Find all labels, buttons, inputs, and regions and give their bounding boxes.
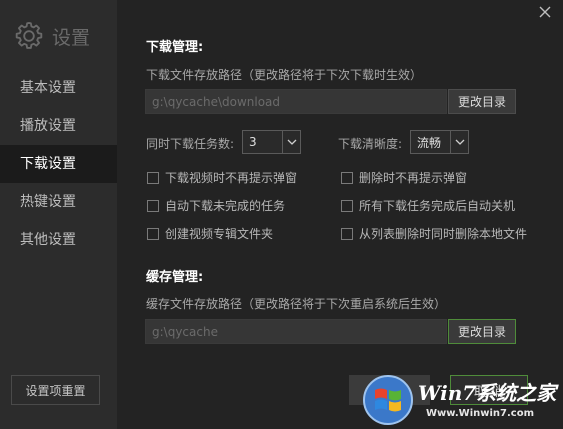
download-path-label: 下载文件存放路径（更改路径将于下次下载时生效） bbox=[146, 68, 423, 82]
option-label: 从列表删除时同时删除本地文件 bbox=[359, 227, 528, 241]
checkbox[interactable] bbox=[341, 171, 353, 184]
sidebar-nav: 基本设置 播放设置 下载设置 热键设置 其他设置 bbox=[0, 69, 117, 259]
sidebar-item-basic[interactable]: 基本设置 bbox=[0, 69, 117, 107]
checkbox[interactable] bbox=[147, 199, 159, 212]
option-label: 下载视频时不再提示弹窗 bbox=[165, 171, 298, 185]
checkbox[interactable] bbox=[341, 227, 353, 240]
sidebar-item-other[interactable]: 其他设置 bbox=[0, 221, 117, 259]
option-delete-local-files[interactable]: 从列表删除时同时删除本地文件 bbox=[341, 225, 527, 242]
download-quality-value: 流畅 bbox=[417, 135, 442, 150]
concurrent-tasks-label: 同时下载任务数: bbox=[146, 137, 235, 151]
cache-path-input[interactable] bbox=[145, 319, 447, 344]
option-no-popup-on-delete[interactable]: 删除时不再提示弹窗 bbox=[341, 169, 467, 186]
sidebar-item-hotkeys[interactable]: 热键设置 bbox=[0, 183, 117, 221]
sidebar: 设置 基本设置 播放设置 下载设置 热键设置 其他设置 设置项重置 bbox=[0, 0, 117, 429]
chevron-down-icon bbox=[282, 131, 300, 153]
download-path-input[interactable] bbox=[145, 89, 447, 114]
sidebar-item-playback[interactable]: 播放设置 bbox=[0, 107, 117, 145]
concurrent-tasks-select[interactable]: 3 bbox=[242, 130, 301, 154]
download-quality-label: 下载清晰度: bbox=[338, 137, 403, 151]
option-album-folder[interactable]: 创建视频专辑文件夹 bbox=[147, 225, 273, 242]
sidebar-item-download[interactable]: 下载设置 bbox=[0, 145, 117, 183]
concurrent-tasks-value: 3 bbox=[249, 135, 257, 149]
download-change-dir-button[interactable]: 更改目录 bbox=[448, 89, 516, 114]
cache-section-title: 缓存管理: bbox=[146, 270, 204, 285]
option-no-popup-on-download[interactable]: 下载视频时不再提示弹窗 bbox=[147, 169, 297, 186]
download-quality-select[interactable]: 流畅 bbox=[410, 130, 469, 154]
windows-logo-icon bbox=[363, 375, 413, 425]
download-section-title: 下载管理: bbox=[146, 40, 204, 55]
checkbox[interactable] bbox=[147, 171, 159, 184]
checkbox[interactable] bbox=[341, 199, 353, 212]
option-label: 所有下载任务完成后自动关机 bbox=[359, 199, 516, 213]
option-label: 删除时不再提示弹窗 bbox=[359, 171, 468, 185]
watermark-brand: Win7系统之家 bbox=[418, 381, 557, 405]
option-shutdown-when-done[interactable]: 所有下载任务完成后自动关机 bbox=[341, 197, 515, 214]
option-label: 创建视频专辑文件夹 bbox=[165, 227, 274, 241]
watermark: Win7系统之家 Www.Winwin7.com bbox=[362, 374, 563, 429]
reset-settings-button[interactable]: 设置项重置 bbox=[11, 375, 100, 405]
option-label: 自动下载未完成的任务 bbox=[165, 199, 286, 213]
cache-path-label: 缓存文件存放路径（更改路径将于下次重启系统后生效） bbox=[146, 297, 447, 311]
close-icon[interactable] bbox=[537, 4, 553, 20]
settings-header: 设置 bbox=[12, 18, 90, 54]
window-title: 设置 bbox=[52, 26, 91, 49]
watermark-url: Www.Winwin7.com bbox=[426, 408, 535, 419]
chevron-down-icon bbox=[450, 131, 468, 153]
checkbox[interactable] bbox=[147, 227, 159, 240]
option-auto-resume[interactable]: 自动下载未完成的任务 bbox=[147, 197, 285, 214]
gear-icon bbox=[15, 22, 43, 49]
cache-change-dir-button[interactable]: 更改目录 bbox=[448, 319, 516, 344]
